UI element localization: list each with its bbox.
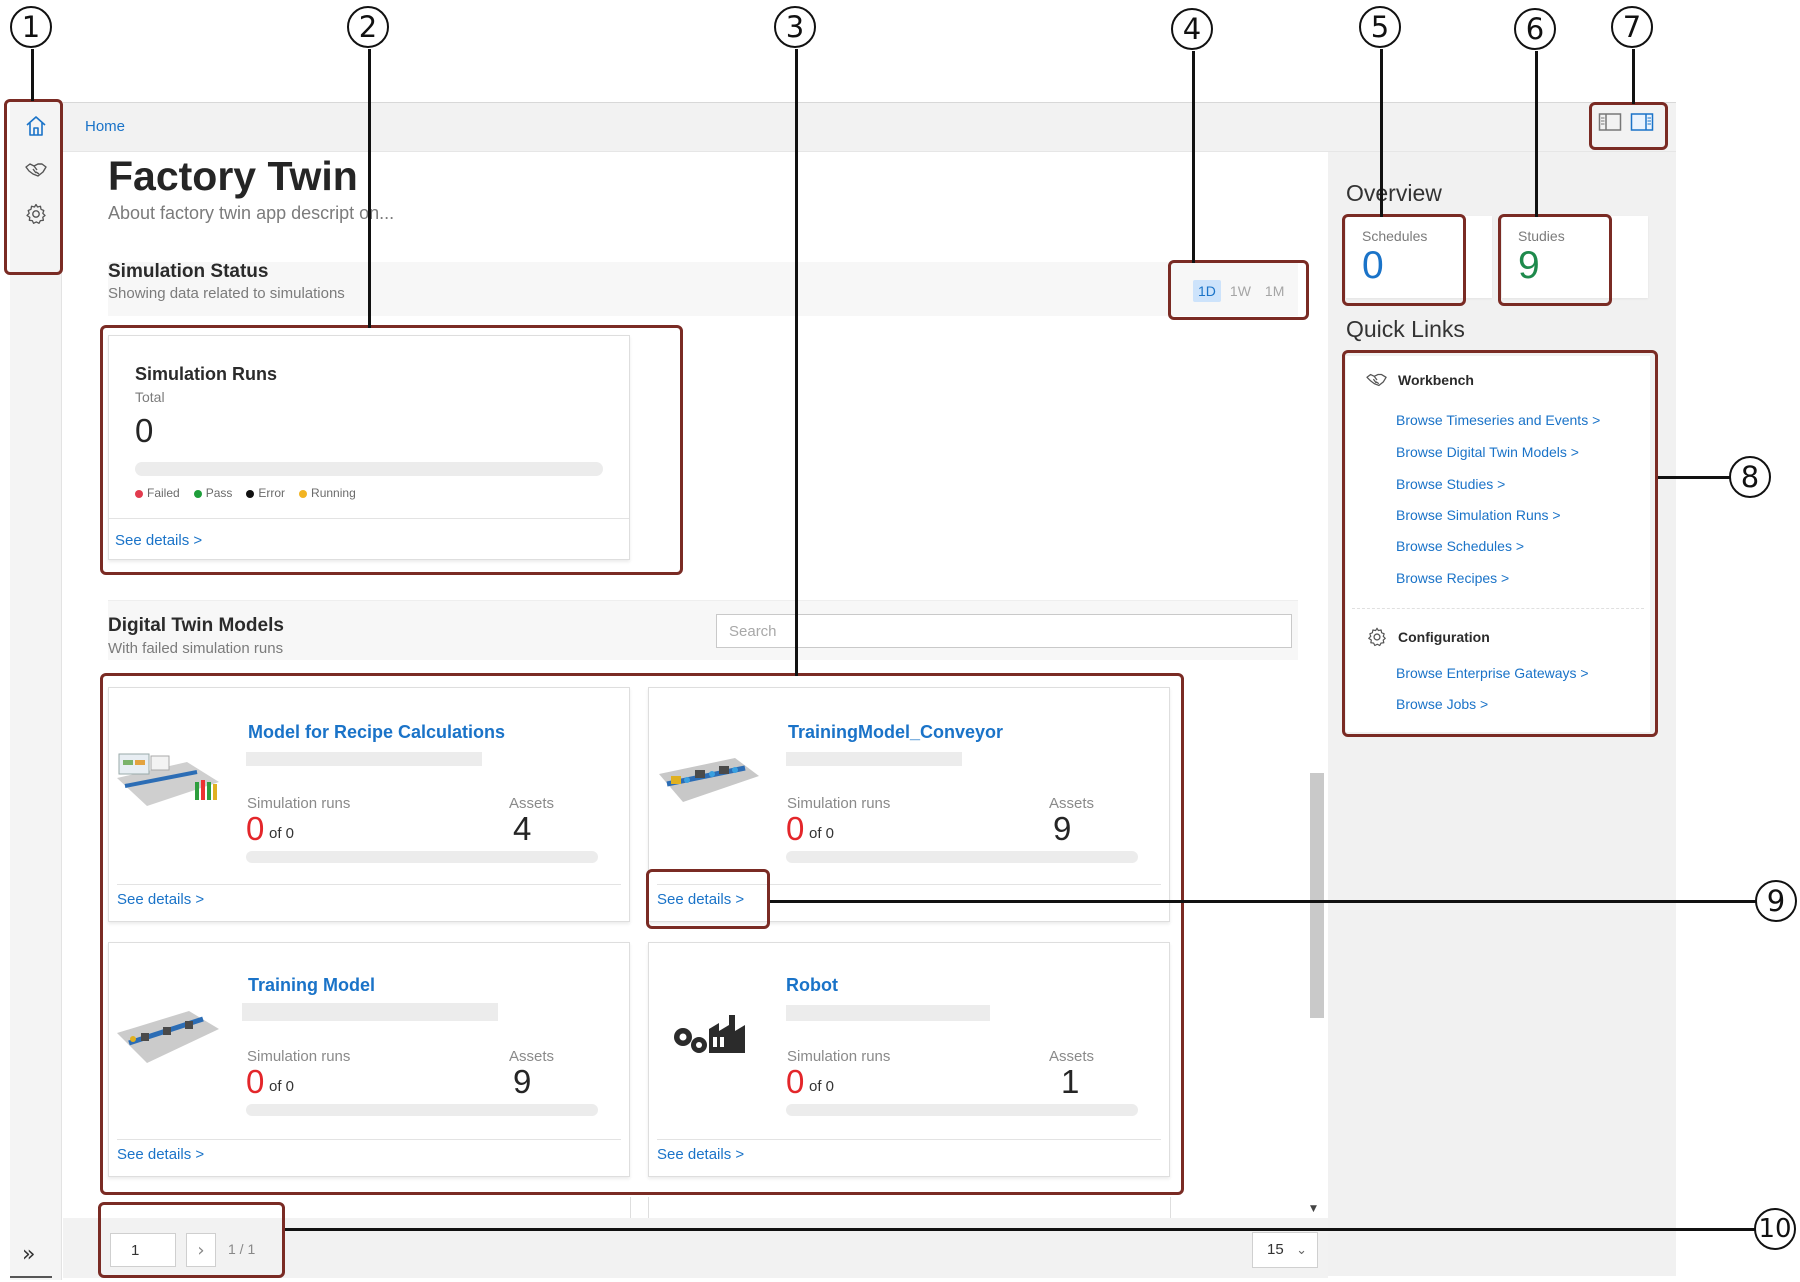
annotation-box-quick-links bbox=[1342, 350, 1658, 737]
callout-1: 1 bbox=[10, 6, 52, 48]
leader-line bbox=[1535, 51, 1538, 217]
models-search-input[interactable] bbox=[717, 615, 1291, 647]
annotation-box-see-details bbox=[646, 869, 770, 929]
left-nav-rail: » bbox=[10, 102, 62, 1280]
page-size-value: 15 bbox=[1267, 1241, 1284, 1258]
card-edge bbox=[1170, 1197, 1171, 1218]
simulation-status-subtitle: Showing data related to simulations bbox=[108, 285, 345, 302]
page-description: About factory twin app descript on... bbox=[108, 203, 395, 223]
annotation-box-studies bbox=[1498, 214, 1612, 306]
callout-2: 2 bbox=[347, 6, 389, 48]
callout-10: 10 bbox=[1754, 1208, 1796, 1250]
leader-line bbox=[31, 49, 34, 101]
callout-5: 5 bbox=[1359, 6, 1401, 48]
callout-3: 3 bbox=[774, 6, 816, 48]
models-title: Digital Twin Models bbox=[108, 615, 284, 636]
leader-line bbox=[795, 49, 798, 676]
annotation-box-models bbox=[100, 673, 1184, 1195]
page-title: Factory Twin bbox=[108, 153, 358, 199]
leader-line bbox=[1192, 51, 1195, 263]
annotation-box-nav bbox=[4, 99, 63, 275]
annotation-box-view-toggle bbox=[1589, 102, 1668, 150]
callout-4: 4 bbox=[1171, 8, 1213, 50]
annotation-box-time-range bbox=[1168, 260, 1309, 320]
app-screenshot: » Home Factory Twin About factory twin a… bbox=[0, 0, 1800, 1282]
main-scrollbar[interactable] bbox=[1310, 773, 1324, 1018]
leader-line bbox=[1380, 49, 1383, 217]
callout-8: 8 bbox=[1729, 456, 1771, 498]
leader-line bbox=[1658, 476, 1730, 479]
leader-line bbox=[770, 900, 1756, 903]
card-edge bbox=[648, 1197, 649, 1218]
leader-line bbox=[368, 49, 371, 328]
simulation-status-title: Simulation Status bbox=[108, 261, 269, 282]
quick-links-title: Quick Links bbox=[1346, 316, 1465, 342]
callout-9: 9 bbox=[1755, 880, 1797, 922]
overview-title: Overview bbox=[1346, 180, 1442, 206]
card-edge bbox=[630, 1197, 631, 1218]
leader-line bbox=[1632, 49, 1635, 104]
scroll-down-arrow[interactable]: ▼ bbox=[1310, 1204, 1317, 1214]
callout-6: 6 bbox=[1514, 8, 1556, 50]
annotation-box-schedules bbox=[1342, 214, 1466, 306]
annotation-box-pager bbox=[98, 1202, 285, 1278]
models-subtitle: With failed simulation runs bbox=[108, 640, 284, 657]
chevron-down-icon: ⌄ bbox=[1296, 1243, 1307, 1258]
leader-line bbox=[285, 1228, 1755, 1231]
breadcrumb-home[interactable]: Home bbox=[85, 118, 125, 135]
callout-7: 7 bbox=[1611, 6, 1653, 48]
top-bar: Home bbox=[63, 102, 1676, 152]
page-size-select[interactable]: 15 ⌄ bbox=[1252, 1232, 1318, 1268]
rail-divider bbox=[10, 1276, 52, 1278]
annotation-box-simulation-runs bbox=[100, 325, 683, 575]
models-search-field[interactable] bbox=[716, 614, 1292, 648]
double-chevron-right-icon[interactable]: » bbox=[22, 1242, 35, 1267]
